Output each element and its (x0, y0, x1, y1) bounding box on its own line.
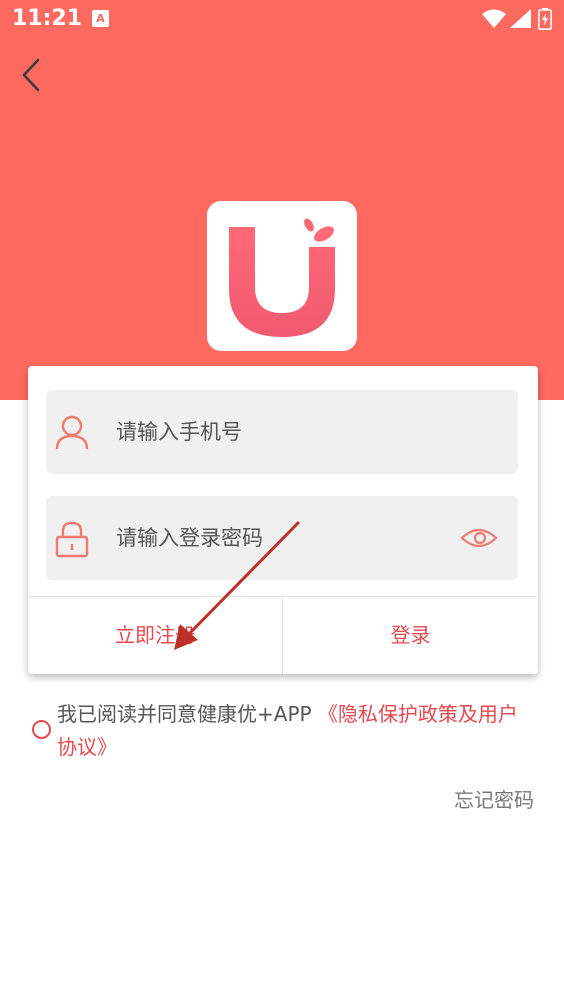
agreement-radio[interactable] (32, 720, 51, 739)
forgot-password-link[interactable]: 忘记密码 (454, 784, 534, 813)
password-field[interactable] (46, 496, 518, 580)
logo-u-icon (229, 218, 335, 337)
status-time: 11:21 (12, 6, 83, 31)
register-button[interactable]: 立即注册 (28, 597, 282, 674)
login-button[interactable]: 登录 (283, 597, 538, 674)
agreement-prefix: 我已阅读并同意健康优+APP (57, 702, 318, 726)
back-arrow-icon (22, 58, 40, 92)
back-button[interactable] (16, 56, 50, 94)
agreement-text: 我已阅读并同意健康优+APP 《隐私保护政策及用户协议》 (57, 698, 537, 764)
lock-icon (55, 521, 89, 558)
user-icon (55, 415, 89, 450)
battery-icon (538, 8, 552, 30)
signal-icon (510, 9, 531, 28)
login-screen: 11:21 A 请输入手机号 立即注册 登录 我已阅读并同意健康优+APP 《隐… (0, 0, 564, 1004)
login-card: 立即注册 登录 (28, 366, 538, 674)
notification-a-icon: A (92, 10, 109, 27)
notification-badge-text: A (96, 12, 105, 25)
status-bar: 11:21 A (0, 0, 564, 40)
wifi-icon (482, 9, 506, 28)
app-logo (207, 201, 357, 351)
phone-input[interactable] (116, 390, 436, 474)
phone-field[interactable] (46, 390, 518, 474)
eye-icon[interactable] (460, 526, 498, 550)
password-input[interactable] (116, 496, 436, 580)
